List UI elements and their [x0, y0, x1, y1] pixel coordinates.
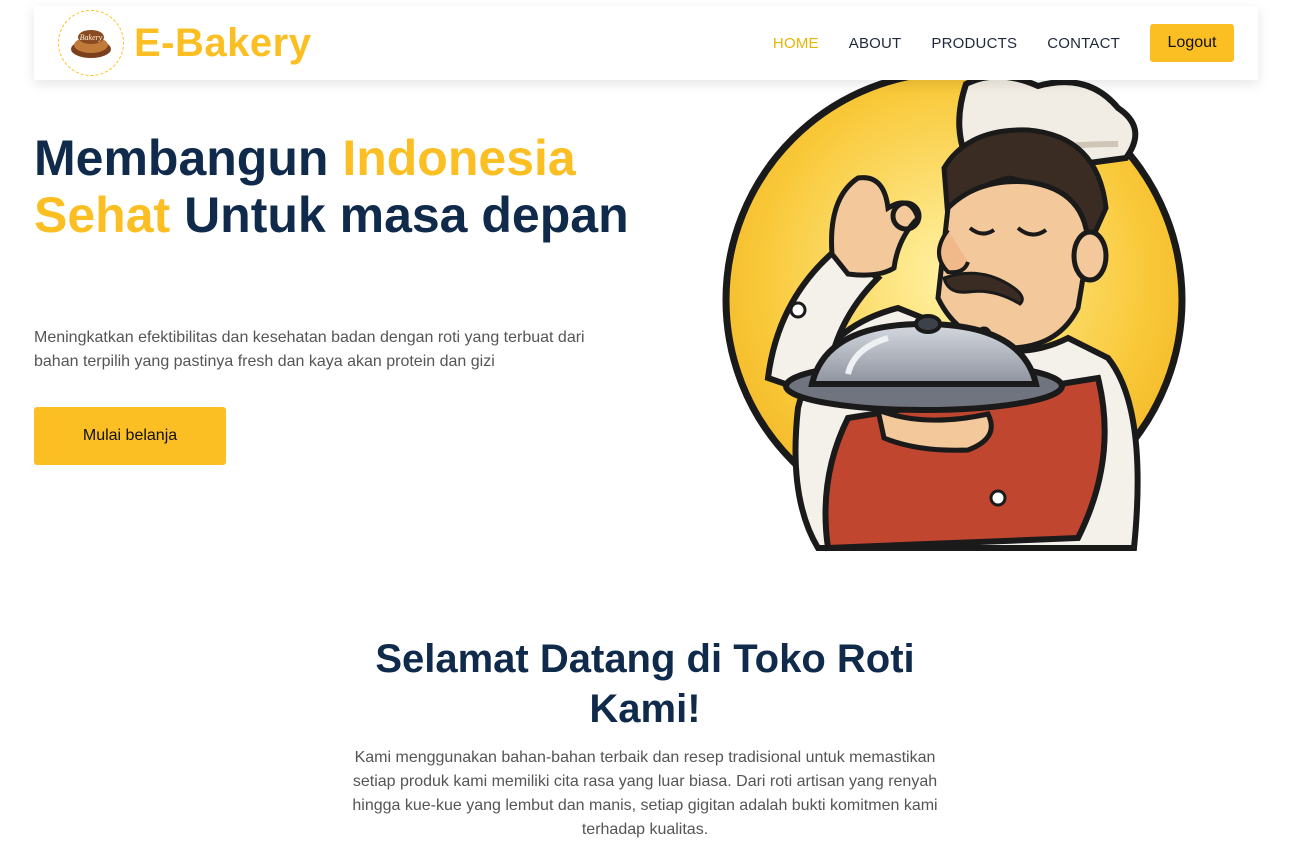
nav-link-products[interactable]: PRODUCTS — [931, 35, 1017, 52]
navbar: Bakery E-Bakery HOME ABOUT PRODUCTS CONT… — [34, 6, 1258, 80]
brand-name[interactable]: E-Bakery — [134, 21, 311, 66]
start-shopping-button[interactable]: Mulai belanja — [34, 407, 226, 465]
nav-link-home[interactable]: HOME — [773, 35, 819, 52]
hero-title: Membangun Indonesia Sehat Untuk masa dep… — [34, 130, 634, 244]
hero-title-part1: Membangun — [34, 130, 343, 186]
logout-button[interactable]: Logout — [1150, 24, 1234, 62]
hero-title-part2: Untuk masa depan — [170, 187, 629, 243]
chef-illustration — [648, 68, 1274, 588]
hero-subtitle: Meningkatkan efektibilitas dan kesehatan… — [34, 329, 585, 370]
nav-link-about[interactable]: ABOUT — [849, 35, 902, 52]
nav-link-contact[interactable]: CONTACT — [1047, 35, 1120, 52]
svg-text:Bakery: Bakery — [80, 33, 103, 42]
welcome-text: Kami menggunakan bahan-bahan terbaik dan… — [352, 749, 938, 838]
welcome-title: Selamat Datang di Toko Roti Kami! — [375, 637, 915, 731]
bakery-logo-icon[interactable]: Bakery — [58, 10, 124, 76]
nav-links: HOME ABOUT PRODUCTS CONTACT Logout — [743, 24, 1234, 62]
